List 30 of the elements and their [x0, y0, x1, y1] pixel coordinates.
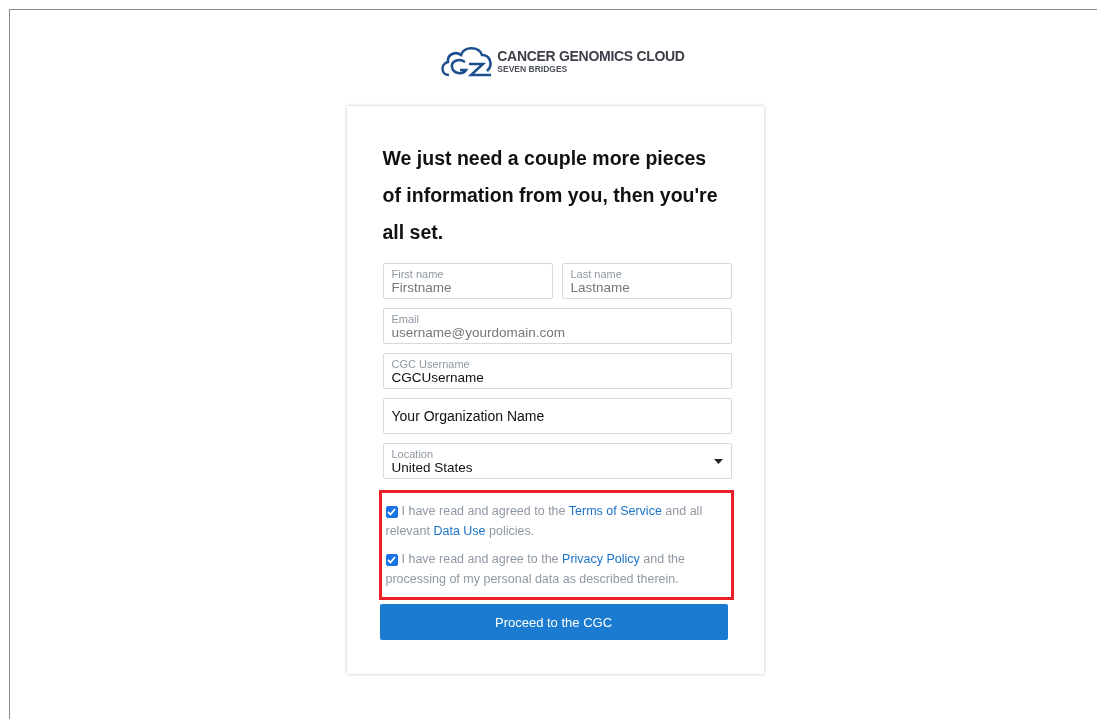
field-label: Email — [391, 312, 419, 325]
logo-subtitle: SEVEN BRIDGES — [497, 64, 569, 74]
logo-title: CANCER GENOMICS CLOUD — [497, 48, 685, 64]
field-placeholder: Lastname — [570, 279, 630, 295]
policy-link[interactable]: Terms of Service — [568, 504, 662, 518]
field-label: CGC Username — [391, 357, 470, 370]
policy-link[interactable]: Privacy Policy — [562, 552, 640, 566]
field-label: First name — [391, 267, 444, 280]
checkbox[interactable] — [385, 506, 398, 518]
field-placeholder: username@yourdomain.com — [391, 324, 566, 340]
text-field[interactable]: Email username@yourdomain.com — [382, 308, 732, 344]
text-field[interactable]: Last name Lastname — [561, 263, 732, 299]
field-label: Last name — [570, 267, 622, 280]
field-label: Location — [391, 447, 434, 460]
field-value: CGCUsername — [391, 369, 484, 385]
cloud-logo-icon — [439, 44, 494, 78]
form-heading: We just need a couple more pieces of information from you, then you're all set. — [382, 146, 719, 245]
caret-icon — [713, 459, 723, 464]
text-field[interactable]: CGC Username CGCUsername — [382, 353, 732, 389]
checkbox[interactable] — [385, 554, 398, 566]
agreement-text: I have read and agree to the Privacy Policy and the processing of my personal data as described therein. — [385, 551, 687, 588]
selected-value: United States — [391, 459, 473, 475]
field-placeholder: Firstname — [391, 279, 452, 295]
field-value: Your Organization Name — [391, 408, 545, 424]
location-select[interactable]: Location United States — [382, 443, 732, 479]
text-field[interactable]: First name Firstname — [382, 263, 553, 299]
policy-link[interactable]: Data Use — [433, 524, 486, 538]
agreement-text: I have read and agreed to the Terms of Service and all relevant Data Use policies. — [385, 503, 704, 540]
proceed-button[interactable]: Proceed to the CGC — [379, 604, 728, 640]
text-field[interactable]: Your Organization Name — [382, 398, 732, 434]
